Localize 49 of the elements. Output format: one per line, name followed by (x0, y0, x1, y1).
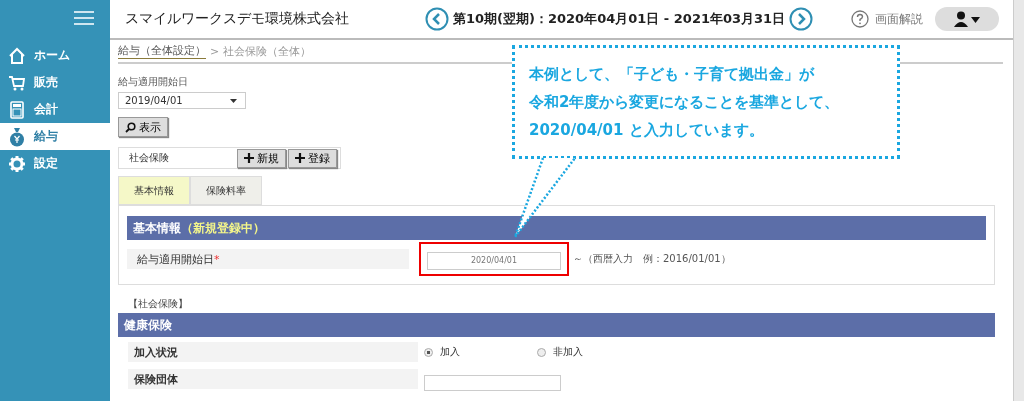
tab[interactable]: 基本情報 (118, 176, 190, 205)
calculator-icon (8, 100, 26, 119)
next-icon[interactable] (789, 7, 814, 31)
field-label: 保険団体 (134, 371, 178, 387)
breadcrumb-current: 社会保険（全体） (223, 43, 312, 59)
help-icon[interactable] (851, 10, 869, 28)
caret-icon (230, 98, 237, 103)
required-mark: * (214, 252, 220, 266)
house-icon (8, 46, 26, 65)
cart-icon (8, 73, 26, 92)
field-label: 給与適用開始日 (137, 251, 214, 267)
radio-option[interactable]: 加入 (424, 345, 531, 359)
fiscal-period: 第10期(翌期)：2020年04月01日 - 2021年03月31日 (453, 10, 786, 28)
date-input[interactable]: 2020/04/01 (427, 251, 561, 270)
status-text: （新規登録中） (181, 219, 265, 237)
action-button[interactable]: 新規 (237, 148, 286, 168)
sidebar-item[interactable]: 会計 (0, 96, 110, 123)
sidebar-item[interactable]: ホーム (0, 42, 110, 69)
sidebar-item[interactable]: 販売 (0, 69, 110, 96)
sidebar-item[interactable]: 設定 (0, 150, 110, 177)
menu-icon[interactable] (74, 11, 94, 25)
section-title: 基本情報 (133, 219, 181, 237)
search-icon (125, 121, 136, 133)
field-label: 給与適用開始日 (118, 75, 188, 89)
company-name: スマイルワークスデモ環境株式会社 (125, 10, 350, 28)
panel-title: 社会保険 (129, 151, 170, 165)
input-hint: ～（西暦入力 例：2016/01/01） (573, 252, 731, 266)
help-link[interactable]: 画面解説 (875, 10, 923, 28)
radio-button[interactable] (424, 347, 433, 357)
previous-icon[interactable] (425, 7, 449, 31)
breadcrumb-link[interactable]: 給与（全体設定） (118, 43, 206, 59)
field-label: 加入状況 (134, 344, 178, 360)
section-title: 健康保険 (124, 316, 172, 334)
radio-button[interactable] (537, 347, 546, 357)
tab[interactable]: 保険料率 (190, 176, 262, 205)
plus-icon (244, 153, 254, 163)
show-button[interactable]: 表示 (118, 117, 168, 137)
action-button[interactable]: 登録 (288, 148, 337, 168)
plus-icon (295, 153, 305, 163)
group-label: 【社会保険】 (128, 297, 189, 311)
sidebar-item[interactable]: 給与 (0, 123, 110, 150)
breadcrumb-separator: > (210, 44, 220, 58)
date-select[interactable]: 2019/04/01 (118, 92, 246, 109)
user-menu-button[interactable] (935, 7, 999, 31)
money-bag-icon (8, 126, 26, 147)
gear-icon (8, 154, 26, 173)
user-icon (953, 11, 981, 27)
scrollbar[interactable] (1013, 0, 1024, 401)
radio-option[interactable]: 非加入 (537, 345, 644, 359)
